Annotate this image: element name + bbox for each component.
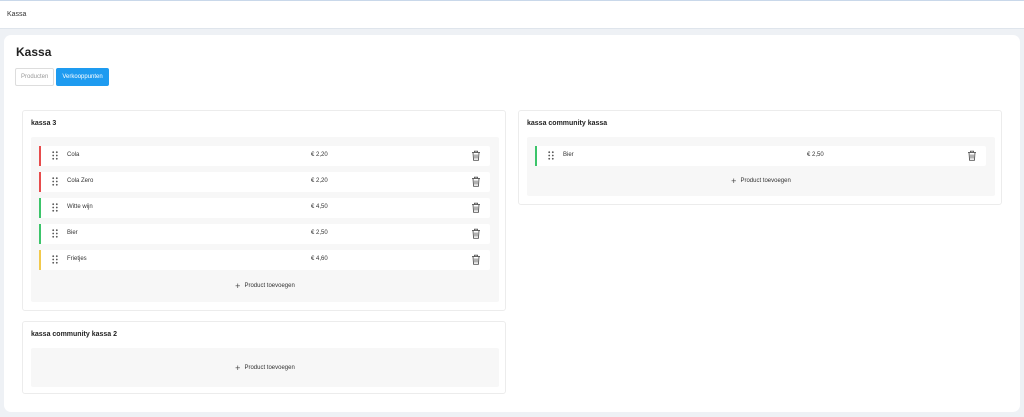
drag-handle-icon[interactable] — [52, 255, 58, 264]
product-name: Cola Zero — [67, 178, 94, 184]
product-name: Cola — [67, 152, 80, 158]
trash-icon[interactable] — [471, 254, 481, 265]
product-price: € 2,20 — [311, 152, 328, 158]
color-bar — [39, 224, 41, 244]
color-bar — [39, 250, 41, 270]
tab-producten[interactable]: Producten — [15, 68, 55, 86]
product-name: Bier — [563, 152, 574, 158]
sales-point-title: kassa community kassa — [527, 120, 608, 127]
product-price: € 2,20 — [311, 178, 328, 184]
trash-icon[interactable] — [471, 150, 481, 161]
add-product-button[interactable]: + Product toevoegen — [31, 362, 499, 374]
sales-point-card-community-kassa-2: kassa community kassa 2 + Product toevoe… — [22, 321, 506, 394]
sales-point-card-kassa-3: kassa 3 Cola € 2,20 Cola Zero € 2,20 Wit… — [22, 110, 506, 311]
product-list: Bier € 2,50 + Product toevoegen — [527, 137, 995, 196]
add-product-label: Product toevoegen — [244, 365, 295, 371]
product-item-bier[interactable]: Bier € 2,50 — [535, 146, 986, 166]
product-list: + Product toevoegen — [31, 348, 499, 387]
tab-bar: Producten Verkooppunten — [15, 68, 109, 86]
product-price: € 4,50 — [311, 204, 328, 210]
product-price: € 4,60 — [311, 256, 328, 262]
sales-point-title: kassa community kassa 2 — [31, 331, 117, 338]
product-item-frietjes[interactable]: Frietjes € 4,60 — [39, 250, 490, 270]
drag-handle-icon[interactable] — [52, 177, 58, 186]
product-item-bier[interactable]: Bier € 2,50 — [39, 224, 490, 244]
trash-icon[interactable] — [471, 176, 481, 187]
sales-point-card-community-kassa: kassa community kassa Bier € 2,50 + Prod… — [518, 110, 1002, 205]
tab-verkooppunten[interactable]: Verkooppunten — [56, 68, 109, 86]
main-panel: Kassa Producten Verkooppunten kassa 3 Col… — [4, 35, 1020, 412]
product-price: € 2,50 — [807, 152, 824, 158]
top-bar-title: Kassa — [7, 11, 27, 18]
add-product-button[interactable]: + Product toevoegen — [31, 280, 499, 292]
trash-icon[interactable] — [471, 202, 481, 213]
product-list: Cola € 2,20 Cola Zero € 2,20 Witte wijn … — [31, 137, 499, 302]
product-name: Witte wijn — [67, 204, 93, 210]
drag-handle-icon[interactable] — [52, 151, 58, 160]
sales-point-title: kassa 3 — [31, 120, 57, 127]
page-title: Kassa — [16, 45, 52, 59]
product-item-cola[interactable]: Cola € 2,20 — [39, 146, 490, 166]
product-item-witte-wijn[interactable]: Witte wijn € 4,50 — [39, 198, 490, 218]
trash-icon[interactable] — [471, 228, 481, 239]
product-price: € 2,50 — [311, 230, 328, 236]
add-product-button[interactable]: + Product toevoegen — [527, 175, 995, 187]
color-bar — [39, 198, 41, 218]
add-product-label: Product toevoegen — [244, 283, 295, 289]
color-bar — [39, 172, 41, 192]
product-name: Frietjes — [67, 256, 87, 262]
product-item-cola-zero[interactable]: Cola Zero € 2,20 — [39, 172, 490, 192]
add-product-label: Product toevoegen — [740, 178, 791, 184]
trash-icon[interactable] — [967, 150, 977, 161]
plus-icon: + — [731, 175, 737, 186]
drag-handle-icon[interactable] — [548, 151, 554, 160]
color-bar — [535, 146, 537, 166]
plus-icon: + — [235, 362, 241, 373]
drag-handle-icon[interactable] — [52, 229, 58, 238]
plus-icon: + — [235, 280, 241, 291]
product-name: Bier — [67, 230, 78, 236]
drag-handle-icon[interactable] — [52, 203, 58, 212]
top-bar: Kassa — [0, 0, 1024, 29]
color-bar — [39, 146, 41, 166]
